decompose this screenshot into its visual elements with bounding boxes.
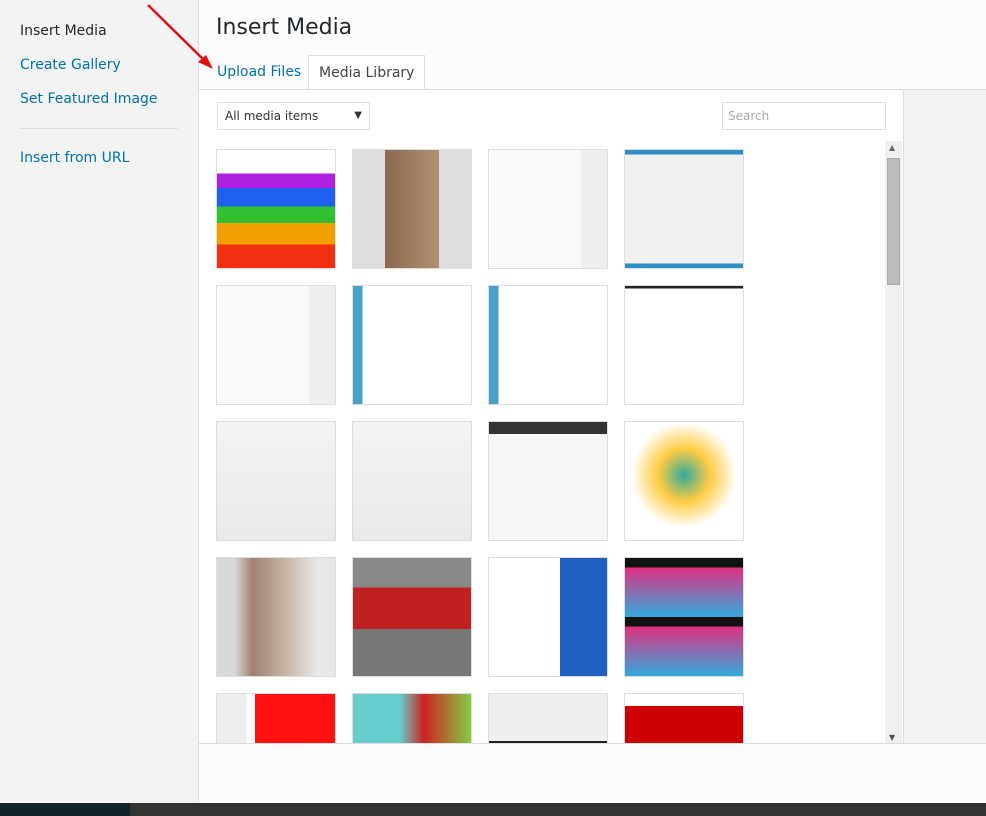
media-library-content: All media items ▼ ▲ ▼ <box>199 89 903 744</box>
background-page <box>0 803 986 816</box>
media-toolbar-footer <box>199 743 986 803</box>
sidebar-item-insert-media[interactable]: Insert Media <box>20 23 107 39</box>
attachment-thumbnail[interactable] <box>624 693 744 744</box>
media-filter-select[interactable]: All media items ▼ <box>217 102 370 130</box>
attachment-thumbnail[interactable] <box>352 693 472 744</box>
sidebar-item-create-gallery[interactable]: Create Gallery <box>20 57 121 73</box>
sidebar-item-insert-from-url[interactable]: Insert from URL <box>20 150 129 166</box>
tab-media-library[interactable]: Media Library <box>308 55 426 90</box>
attachment-thumbnail[interactable] <box>488 557 608 677</box>
scroll-up-icon[interactable]: ▲ <box>889 143 895 152</box>
sidebar-item-set-featured-image[interactable]: Set Featured Image <box>20 91 158 107</box>
attachment-thumbnail[interactable] <box>488 149 608 269</box>
attachments-grid <box>216 149 756 744</box>
attachment-thumbnail[interactable] <box>488 693 608 744</box>
attachment-thumbnail[interactable] <box>624 149 744 269</box>
attachment-thumbnail[interactable] <box>216 285 336 405</box>
attachment-thumbnail[interactable] <box>216 557 336 677</box>
search-input[interactable] <box>722 102 886 130</box>
scrollbar[interactable]: ▲ ▼ <box>885 141 902 744</box>
page-title: Insert Media <box>216 15 353 40</box>
attachment-thumbnail[interactable] <box>216 149 336 269</box>
attachment-thumbnail[interactable] <box>352 557 472 677</box>
attachment-thumbnail[interactable] <box>352 421 472 541</box>
scroll-down-icon[interactable]: ▼ <box>889 733 895 742</box>
filter-value: All media items <box>225 109 319 123</box>
attachment-thumbnail[interactable] <box>216 421 336 541</box>
media-modal-main: Insert Media Upload Files Media Library … <box>199 0 986 803</box>
tab-upload-files[interactable]: Upload Files <box>207 55 311 90</box>
attachment-thumbnail[interactable] <box>216 693 336 744</box>
attachment-thumbnail[interactable] <box>352 285 472 405</box>
scrollbar-thumb[interactable] <box>887 158 900 285</box>
media-sidebar: Insert Media Create Gallery Set Featured… <box>0 0 199 803</box>
attachment-thumbnail[interactable] <box>624 557 744 677</box>
attachment-thumbnail[interactable] <box>352 149 472 269</box>
attachment-thumbnail[interactable] <box>624 285 744 405</box>
dropdown-arrow-icon: ▼ <box>354 110 362 121</box>
attachment-details-panel <box>903 89 986 743</box>
sidebar-divider <box>20 128 178 129</box>
attachment-thumbnail[interactable] <box>488 285 608 405</box>
attachment-thumbnail[interactable] <box>624 421 744 541</box>
attachment-thumbnail[interactable] <box>488 421 608 541</box>
